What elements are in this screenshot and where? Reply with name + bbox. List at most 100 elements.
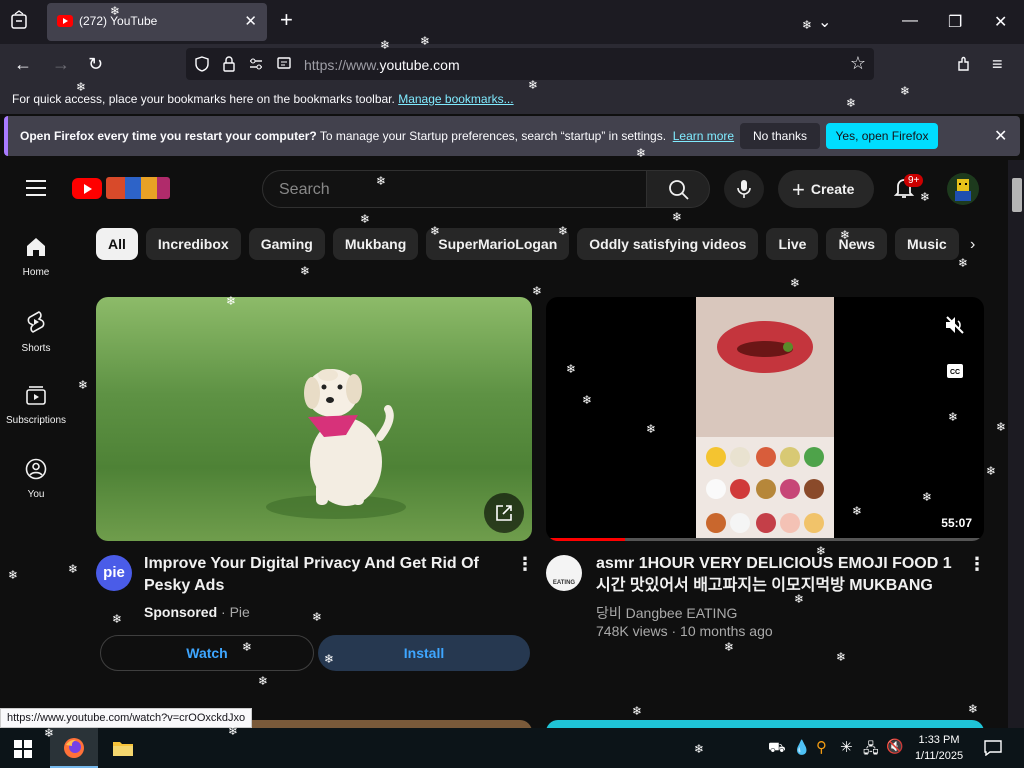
guide-menu-icon[interactable] — [26, 180, 46, 196]
clock-time: 1:33 PM — [918, 734, 960, 746]
chip-live[interactable]: Live — [766, 228, 819, 260]
sponsor-name: Pie — [229, 604, 250, 620]
closed-captions-icon[interactable]: CC — [946, 363, 964, 379]
notification-center-icon[interactable] — [984, 740, 1002, 756]
menu-hamburger-icon[interactable]: ≡ — [992, 54, 1003, 75]
extensions-icon[interactable] — [956, 56, 972, 72]
tab-list-icon[interactable] — [10, 10, 28, 30]
bookmark-star-icon[interactable]: ☆ — [850, 53, 866, 74]
learn-more-link[interactable]: Learn more — [673, 129, 734, 143]
sidebar-label-you: You — [27, 489, 45, 500]
file-explorer-icon[interactable] — [112, 738, 134, 758]
chevron-down-icon[interactable]: ⌄ — [818, 12, 831, 32]
new-tab-button[interactable]: + — [280, 9, 293, 31]
pie-channel-logo[interactable]: pie — [96, 555, 132, 591]
video-duration: 55:07 — [941, 516, 972, 530]
forward-arrow-icon[interactable]: → — [52, 54, 70, 75]
tray-droplet-icon[interactable]: 💧 — [793, 739, 810, 756]
emoji-food-image — [696, 297, 834, 541]
channel-name[interactable]: 당비 Dangbee EATING — [596, 603, 737, 623]
ad-more-options-icon[interactable]: ⋮ — [516, 554, 534, 575]
plus-icon: + — [792, 177, 805, 202]
taskbar-firefox[interactable] — [50, 728, 98, 768]
permissions-icon[interactable] — [248, 56, 264, 72]
infobar-close-icon[interactable]: ✕ — [994, 126, 1007, 146]
svg-text:CC: CC — [950, 369, 960, 376]
shield-icon[interactable] — [194, 56, 210, 72]
search-button[interactable] — [646, 170, 710, 208]
firefox-icon — [64, 738, 84, 758]
open-external-button[interactable] — [484, 493, 524, 533]
ad-sponsor-line: Sponsored · Pie — [144, 604, 250, 620]
next-thumbnail-peek-2[interactable] — [546, 720, 984, 728]
yes-open-firefox-button[interactable]: Yes, open Firefox — [826, 123, 938, 149]
you-profile-icon — [25, 458, 47, 480]
chip-oddly-satisfying[interactable]: Oddly satisfying videos — [577, 228, 759, 260]
youtube-doodle-logo[interactable] — [106, 177, 170, 199]
sidebar-item-home[interactable]: Home — [0, 236, 72, 278]
video-progress-track[interactable] — [546, 538, 984, 541]
chip-all[interactable]: All — [96, 228, 138, 260]
back-arrow-icon[interactable]: ← — [14, 54, 32, 75]
youtube-logo-icon[interactable] — [72, 178, 102, 199]
lock-icon[interactable] — [222, 56, 236, 72]
clock-date: 1/11/2025 — [914, 750, 964, 762]
link-status-url: https://www.youtube.com/watch?v=crOOxckd… — [0, 708, 253, 728]
manage-bookmarks-link[interactable]: Manage bookmarks... — [398, 92, 513, 106]
chip-gaming[interactable]: Gaming — [248, 228, 325, 260]
chip-music[interactable]: Music — [895, 228, 959, 260]
minimize-button[interactable]: — — [902, 12, 918, 30]
ad-thumbnail[interactable] — [96, 297, 532, 541]
sidebar-label-subscriptions: Subscriptions — [5, 415, 67, 426]
video-thumbnail[interactable]: CC 55:07 — [546, 297, 984, 541]
page-scrollbar[interactable] — [1008, 160, 1024, 728]
video-more-options-icon[interactable]: ⋮ — [968, 554, 986, 575]
tray-snowflake-icon[interactable]: ✳ — [840, 738, 853, 756]
microphone-icon — [737, 180, 751, 198]
chip-incredibox[interactable]: Incredibox — [145, 228, 241, 260]
create-button[interactable]: + Create — [778, 170, 874, 208]
close-window-button[interactable]: ✕ — [994, 12, 1007, 32]
external-link-icon — [496, 505, 512, 521]
notification-badge: 9+ — [904, 174, 924, 187]
voice-search-button[interactable] — [724, 170, 764, 208]
view-count: 748K views — [596, 623, 668, 639]
sidebar-item-subscriptions[interactable]: Subscriptions — [0, 384, 72, 426]
tray-search-icon[interactable]: ⚲ — [816, 738, 827, 756]
sidebar-item-you[interactable]: You — [0, 458, 72, 500]
dangbee-channel-avatar[interactable]: EATING — [546, 555, 582, 591]
video-title[interactable]: asmr 1HOUR VERY DELICIOUS EMOJI FOOD 1시간… — [596, 553, 958, 597]
sidebar-item-shorts[interactable]: Shorts — [0, 310, 72, 354]
infobar-bold: Open Firefox every time you restart your… — [20, 129, 317, 143]
video-stats: 748K views · 10 months ago — [596, 623, 773, 639]
url-text[interactable]: https://www.youtube.com — [304, 57, 460, 73]
bookmarks-hint: For quick access, place your bookmarks h… — [12, 92, 395, 106]
chevron-right-icon[interactable]: › — [970, 236, 975, 254]
tab-youtube[interactable]: (272) YouTube ✕ — [47, 3, 267, 41]
search-icon — [669, 180, 689, 200]
sidebar-label-shorts: Shorts — [21, 343, 51, 354]
ad-title[interactable]: Improve Your Digital Privacy And Get Rid… — [144, 553, 510, 597]
reload-icon[interactable]: ↻ — [88, 54, 103, 75]
taskbar-clock[interactable]: 1:33 PM 1/11/2025 — [904, 732, 974, 764]
restore-button[interactable]: ❐ — [948, 12, 962, 32]
url-bar[interactable]: https://www.youtube.com ☆ — [186, 48, 874, 80]
search-input[interactable]: Search — [262, 170, 648, 208]
tray-app-icon[interactable]: ⛟ — [768, 739, 786, 758]
no-thanks-button[interactable]: No thanks — [740, 123, 820, 149]
account-avatar[interactable] — [947, 173, 979, 205]
chip-news[interactable]: News — [826, 228, 888, 260]
watch-button[interactable]: Watch — [100, 635, 314, 671]
search-placeholder: Search — [279, 181, 330, 198]
windows-taskbar: ⛟ 💧 ⚲ ✳ 🖧 🔇 1:33 PM 1/11/2025 — [0, 728, 1024, 768]
windows-start-icon[interactable] — [14, 740, 32, 758]
scrollbar-thumb[interactable] — [1012, 178, 1022, 212]
chip-supermariologan[interactable]: SuperMarioLogan — [426, 228, 570, 260]
install-button[interactable]: Install — [318, 635, 530, 671]
mute-icon[interactable] — [944, 315, 966, 335]
network-icon[interactable]: 🖧 — [863, 738, 879, 762]
tab-close-icon[interactable]: ✕ — [244, 12, 257, 30]
volume-muted-icon[interactable]: 🔇 — [886, 738, 903, 755]
reader-view-icon[interactable] — [276, 56, 292, 72]
chip-mukbang[interactable]: Mukbang — [332, 228, 419, 260]
